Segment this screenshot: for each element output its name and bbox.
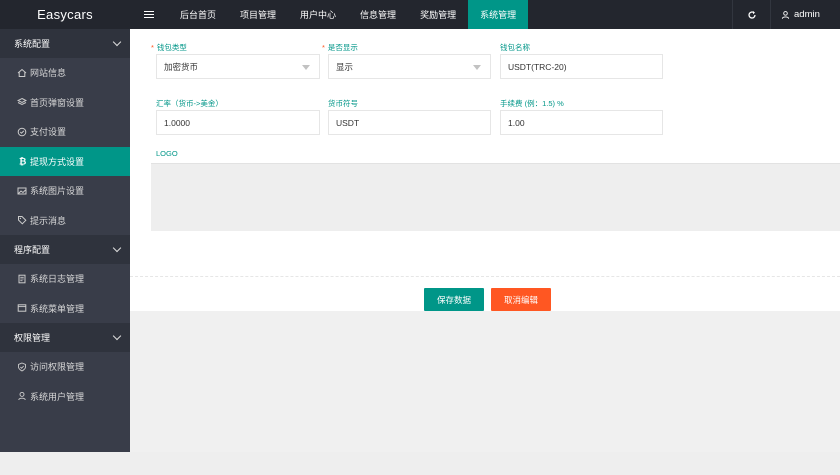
- sidebar-item-label: 系统图片设置: [30, 186, 85, 197]
- caret-down-icon: [302, 65, 310, 70]
- currency-symbol-input[interactable]: USDT: [328, 110, 491, 135]
- nav-info[interactable]: 信息管理: [348, 0, 408, 29]
- save-button[interactable]: 保存数据: [424, 288, 484, 311]
- sidebar-item-system-menu[interactable]: 系统菜单管理: [0, 293, 130, 323]
- logo-upload-area[interactable]: [151, 163, 840, 231]
- wallet-name-input[interactable]: USDT(TRC-20): [500, 54, 663, 79]
- sidebar-item-label: 访问权限管理: [30, 362, 85, 373]
- shield-icon: [16, 126, 27, 137]
- logo-label: LOGO: [156, 149, 178, 158]
- sidebar: Easycars 系统配置 网站信息 首页弹窗设置 支付设置 ₿ 提现方式设置 …: [0, 0, 130, 452]
- user-menu[interactable]: admin: [770, 0, 840, 29]
- exchange-rate-input[interactable]: 1.0000: [156, 110, 320, 135]
- sidebar-item-access-permission[interactable]: 访问权限管理: [0, 352, 130, 382]
- sidebar-item-system-users[interactable]: 系统用户管理: [0, 381, 130, 411]
- fee-input[interactable]: 1.00: [500, 110, 663, 135]
- chevron-down-icon: [112, 37, 122, 47]
- currency-symbol-label: 货币符号: [328, 99, 358, 108]
- chevron-down-icon: [112, 243, 122, 253]
- window-icon: [16, 303, 27, 314]
- home-icon: [16, 67, 27, 78]
- menu-group-permission[interactable]: 权限管理: [0, 323, 130, 352]
- image-icon: [16, 185, 27, 196]
- sidebar-item-label: 提现方式设置: [30, 156, 85, 167]
- withdraw-method-form: * 钱包类型 加密货币 * 是否显示 显示 钱包名称 USDT(TRC-20) 汇率…: [130, 29, 840, 311]
- sidebar-item-label: 系统日志管理: [30, 274, 85, 285]
- nav-user-center[interactable]: 用户中心: [288, 0, 348, 29]
- caret-down-icon: [473, 65, 481, 70]
- menu-group-label: 权限管理: [14, 333, 51, 343]
- top-nav: 后台首页 项目管理 用户中心 信息管理 奖励管理 系统管理 admin: [130, 0, 840, 29]
- sidebar-item-payment[interactable]: 支付设置: [0, 117, 130, 147]
- menu-group-system-config[interactable]: 系统配置: [0, 29, 130, 58]
- wallet-type-label: * 钱包类型: [151, 43, 187, 52]
- exchange-rate-label: 汇率（货币->美金）: [156, 99, 223, 108]
- user-icon: [16, 391, 27, 402]
- nav-projects[interactable]: 项目管理: [228, 0, 288, 29]
- sidebar-item-label: 提示消息: [30, 215, 67, 226]
- refresh-icon[interactable]: [732, 0, 770, 29]
- menu-group-label: 系统配置: [14, 39, 51, 49]
- menu-group-label: 程序配置: [14, 245, 51, 255]
- wallet-type-select[interactable]: 加密货币: [156, 54, 320, 79]
- nav-system[interactable]: 系统管理: [468, 0, 529, 29]
- sidebar-item-label: 支付设置: [30, 127, 67, 138]
- bitcoin-icon: ₿: [16, 156, 27, 167]
- sidebar-item-label: 系统用户管理: [30, 391, 85, 402]
- svg-text:₿: ₿: [19, 157, 26, 167]
- menu-toggle-icon[interactable]: [130, 0, 168, 29]
- username: admin: [794, 9, 820, 20]
- sidebar-item-label: 网站信息: [30, 68, 67, 79]
- menu-group-program-config[interactable]: 程序配置: [0, 235, 130, 264]
- nav-dashboard[interactable]: 后台首页: [168, 0, 228, 29]
- sidebar-item-system-images[interactable]: 系统图片设置: [0, 176, 130, 206]
- shield-check-icon: [16, 361, 27, 372]
- footer-strip: [0, 452, 840, 475]
- divider: [130, 276, 840, 277]
- nav-rewards[interactable]: 奖励管理: [408, 0, 468, 29]
- wallet-name-label: 钱包名称: [500, 43, 530, 52]
- layers-icon: [16, 97, 27, 108]
- fee-label: 手续费 (例：1.5) %: [500, 99, 564, 108]
- cancel-button[interactable]: 取消编辑: [491, 288, 551, 311]
- sidebar-item-home-popup[interactable]: 首页弹窗设置: [0, 87, 130, 117]
- sidebar-item-withdraw-method[interactable]: ₿ 提现方式设置: [0, 146, 130, 176]
- document-icon: [16, 273, 27, 284]
- tag-icon: [16, 215, 27, 226]
- sidebar-item-label: 系统菜单管理: [30, 303, 85, 314]
- chevron-down-icon: [112, 331, 122, 341]
- frontend-show-select[interactable]: 显示: [328, 54, 491, 79]
- sidebar-item-system-log[interactable]: 系统日志管理: [0, 264, 130, 294]
- sidebar-item-site-info[interactable]: 网站信息: [0, 58, 130, 88]
- user-icon: [781, 10, 790, 19]
- frontend-show-label: * 是否显示: [322, 43, 358, 52]
- sidebar-item-tips[interactable]: 提示消息: [0, 205, 130, 235]
- brand-logo[interactable]: Easycars: [0, 0, 130, 29]
- sidebar-item-label: 首页弹窗设置: [30, 97, 85, 108]
